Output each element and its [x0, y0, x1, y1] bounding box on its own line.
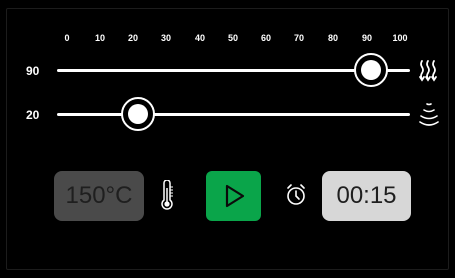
scale-tick: 90: [361, 33, 373, 43]
fan-waves-icon: [419, 103, 439, 126]
scale-tick: 70: [293, 33, 305, 43]
temperature-value: 150°C: [65, 182, 133, 209]
panel-frame: [6, 8, 449, 270]
play-icon: [225, 184, 244, 208]
timer-display[interactable]: 00:15: [322, 171, 411, 221]
scale-tick: 0: [64, 33, 70, 43]
alarm-clock-icon: [287, 184, 305, 205]
scale-tick: 30: [160, 33, 172, 43]
scale-tick: 50: [227, 33, 239, 43]
slider-2-track[interactable]: [57, 113, 410, 116]
scale-tick: 60: [260, 33, 272, 43]
oven-control-panel: 0 10 20 30 40 50 60 70 80 90 100 90 20 1…: [0, 0, 455, 278]
heat-waves-icon: [419, 60, 437, 82]
slider-scale: 0 10 20 30 40 50 60 70 80 90 100: [0, 33, 455, 47]
slider-2-knob[interactable]: [120, 97, 155, 131]
scale-tick: 80: [327, 33, 339, 43]
slider-1-value-label: 90: [26, 64, 40, 78]
timer-value: 00:15: [336, 182, 397, 209]
scale-tick: 40: [194, 33, 206, 43]
slider-2-value-label: 20: [26, 108, 40, 122]
scale-tick: 20: [127, 33, 139, 43]
scale-tick: 100: [392, 33, 408, 43]
scale-tick: 10: [94, 33, 106, 43]
thermometer-icon: [161, 180, 173, 210]
slider-1-knob[interactable]: [353, 53, 388, 87]
start-button[interactable]: [206, 171, 261, 221]
temperature-display[interactable]: 150°C: [54, 171, 144, 221]
